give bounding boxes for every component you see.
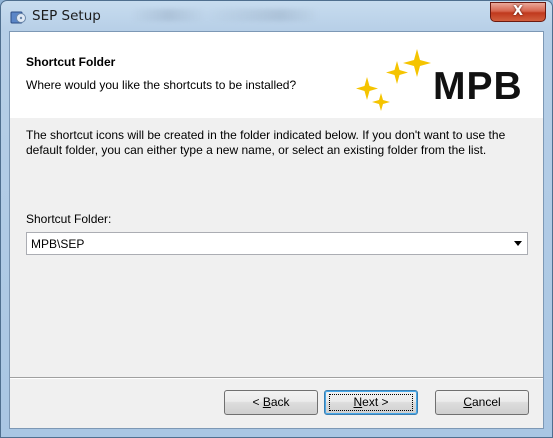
- cancel-button[interactable]: Cancel: [435, 390, 529, 415]
- sparkle-icon: [356, 49, 431, 111]
- instructions-text: The shortcut icons will be created in th…: [26, 128, 506, 157]
- shortcut-folder-label: Shortcut Folder:: [26, 212, 112, 226]
- button-area-divider: [10, 377, 543, 379]
- back-button-prefix: <: [252, 395, 263, 409]
- mpb-logo: MPB: [351, 49, 531, 115]
- shortcut-folder-combobox[interactable]: MPB\SEP: [26, 232, 528, 255]
- chevron-down-icon[interactable]: [514, 241, 522, 246]
- wizard-client-area: Shortcut Folder Where would you like the…: [9, 31, 544, 429]
- page-title: Shortcut Folder: [26, 55, 116, 69]
- page-subtitle: Where would you like the shortcuts to be…: [26, 78, 297, 92]
- close-button[interactable]: X: [490, 2, 546, 22]
- window-title: SEP Setup: [32, 8, 101, 24]
- setup-window: SEP Setup X Shortcut Folder Where would …: [0, 0, 553, 438]
- setup-disk-icon: [10, 11, 26, 24]
- back-button[interactable]: < Back: [224, 390, 318, 415]
- title-bar[interactable]: SEP Setup X: [1, 1, 552, 31]
- shortcut-folder-value[interactable]: MPB\SEP: [31, 237, 84, 251]
- wizard-header: Shortcut Folder Where would you like the…: [10, 32, 543, 118]
- back-button-label: ack: [270, 395, 290, 409]
- next-button[interactable]: Next >: [324, 390, 418, 415]
- title-bar-background: [131, 9, 381, 21]
- cancel-button-accel: C: [463, 395, 472, 409]
- cancel-button-label: ancel: [471, 395, 501, 409]
- back-button-accel: B: [262, 395, 271, 409]
- logo-text: MPB: [433, 65, 523, 108]
- close-icon: X: [512, 4, 524, 19]
- focus-rectangle: [329, 394, 413, 411]
